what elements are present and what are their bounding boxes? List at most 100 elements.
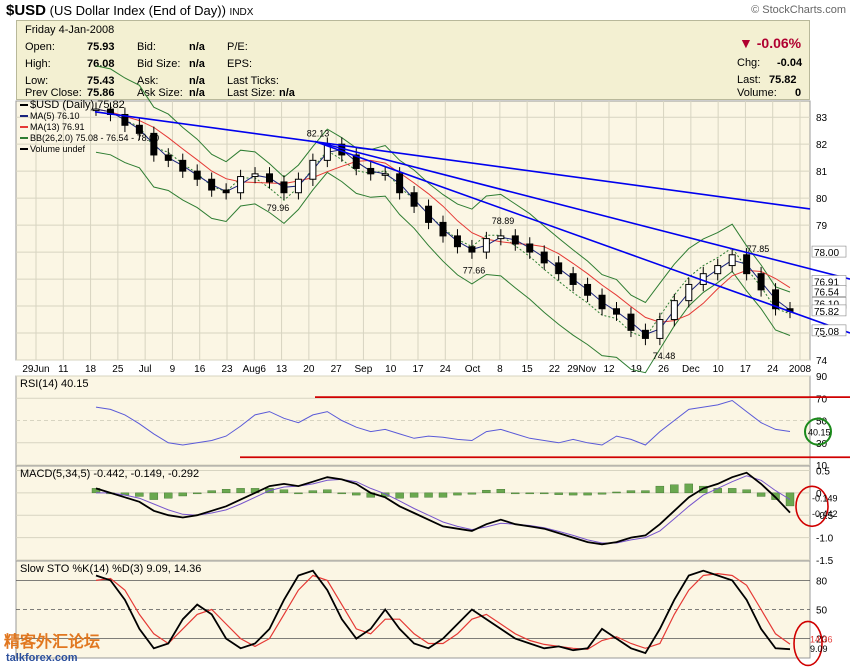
x-tick-label: Oct <box>465 364 481 375</box>
macd-histogram-bar <box>597 492 607 495</box>
macd-right-label: -0.442 <box>812 509 838 519</box>
macd-y-tick-label: 0.5 <box>816 466 830 477</box>
x-tick-label: Dec <box>682 364 700 375</box>
sto-y-tick-label: 50 <box>816 606 828 617</box>
price-y-tick-label: 83 <box>816 113 828 124</box>
legend-entry: Volume undef <box>30 144 86 154</box>
candle-body <box>453 235 461 248</box>
legend-entry: BB(26,2.0) 75.08 - 76.54 - 78.00 <box>30 133 159 143</box>
macd-histogram-bar <box>164 492 173 499</box>
x-tick-label: 17 <box>740 364 752 375</box>
candle-body <box>179 159 187 172</box>
macd-histogram-bar <box>612 491 621 494</box>
candle-body <box>396 173 404 194</box>
x-tick-label: 20 <box>303 364 315 375</box>
price-annotation: 77.66 <box>463 265 486 275</box>
macd-histogram-bar <box>626 490 636 494</box>
macd-histogram-bar <box>135 492 144 497</box>
price-y-tick-label: 74 <box>816 356 828 367</box>
candle-body <box>757 273 765 291</box>
macd-histogram-bar <box>655 485 665 494</box>
macd-histogram-bar <box>742 489 751 494</box>
price-y-tick-label: 81 <box>816 167 828 178</box>
price-annotation: 78.89 <box>492 216 515 226</box>
macd-histogram-bar <box>193 492 202 495</box>
price-right-label: 76.54 <box>814 287 839 298</box>
x-tick-label: 11 <box>58 364 69 375</box>
candle-body <box>381 173 389 176</box>
candle-body <box>482 238 490 253</box>
macd-histogram-bar <box>308 490 318 494</box>
candle-body <box>222 189 230 194</box>
candle-body <box>309 159 317 180</box>
macd-histogram-bar <box>395 492 404 499</box>
price-annotation: 74.48 <box>653 351 676 361</box>
macd-histogram-bar <box>482 489 491 494</box>
candle-body <box>497 235 505 240</box>
x-tick-label: 24 <box>440 364 452 375</box>
candle-body <box>468 246 476 253</box>
sto-y-tick-label: 80 <box>816 576 828 587</box>
x-tick-label: 15 <box>522 364 534 375</box>
candle-body <box>280 181 288 194</box>
x-tick-label: 8 <box>497 364 503 375</box>
macd-histogram-bar <box>540 492 549 495</box>
macd-histogram-bar <box>221 489 231 494</box>
legend-entry: MA(13) 76.91 <box>30 122 85 132</box>
sto-title: Slow STO %K(14) %D(3) 9.09, 14.36 <box>20 563 201 575</box>
macd-histogram-bar <box>337 492 346 495</box>
price-y-tick-label: 82 <box>816 140 828 151</box>
macd-histogram-bar <box>279 489 289 494</box>
x-tick-label: 13 <box>276 364 288 375</box>
x-tick-label: 29Nov <box>567 364 596 375</box>
candle-body <box>266 173 273 183</box>
macd-histogram-bar <box>684 483 693 494</box>
candle-body <box>670 300 678 321</box>
macd-histogram-bar <box>554 492 563 495</box>
watermark-cn: 精客外汇论坛 <box>4 634 101 651</box>
macd-histogram-bar <box>670 484 679 494</box>
macd-histogram-bar <box>236 488 245 494</box>
x-tick-label: 9 <box>170 364 176 375</box>
macd-histogram-bar <box>352 492 361 496</box>
candle-body <box>656 319 664 339</box>
macd-histogram-bar <box>323 489 332 494</box>
candle-body <box>294 178 302 194</box>
macd-histogram-bar <box>525 492 534 495</box>
macd-histogram-bar <box>453 492 462 496</box>
candle-body <box>613 308 620 315</box>
macd-histogram-bar <box>713 488 722 494</box>
candle-body <box>425 205 433 223</box>
macd-title: MACD(5,34,5) -0.442, -0.149, -0.292 <box>20 468 199 480</box>
candle-body <box>208 178 216 191</box>
x-tick-label: 12 <box>603 364 615 375</box>
candle-body <box>439 221 447 237</box>
x-tick-label: 22 <box>549 364 561 375</box>
candle-body <box>511 235 519 245</box>
price-right-label: 78.00 <box>814 248 839 259</box>
macd-histogram-bar <box>207 490 216 494</box>
macd-histogram-bar <box>727 488 737 494</box>
price-annotation: 77.85 <box>747 244 770 254</box>
candle-body <box>728 254 736 267</box>
x-tick-label: Jul <box>139 364 152 375</box>
x-tick-label: 10 <box>385 364 397 375</box>
price-right-label: 75.82 <box>814 307 839 318</box>
macd-histogram-bar <box>178 492 187 497</box>
candle-body <box>584 283 592 296</box>
macd-histogram-bar <box>149 492 159 500</box>
candle-body <box>555 262 563 275</box>
candle-body <box>743 254 751 275</box>
rsi-title: RSI(14) 40.15 <box>20 378 88 390</box>
x-tick-label: 25 <box>112 364 124 375</box>
candle-body <box>714 265 722 275</box>
chart-area: 7475767778798081828329Jun111825Jul91623A… <box>15 65 850 667</box>
x-tick-label: 17 <box>412 364 424 375</box>
x-tick-label: 29Jun <box>22 364 49 375</box>
candle-body <box>627 313 635 331</box>
rsi-right-label: 40.15 <box>808 428 831 438</box>
watermark-en: talkforex.com <box>6 652 78 664</box>
candle-body <box>410 192 418 207</box>
macd-histogram-bar <box>409 492 419 498</box>
macd-histogram-bar <box>583 492 592 496</box>
